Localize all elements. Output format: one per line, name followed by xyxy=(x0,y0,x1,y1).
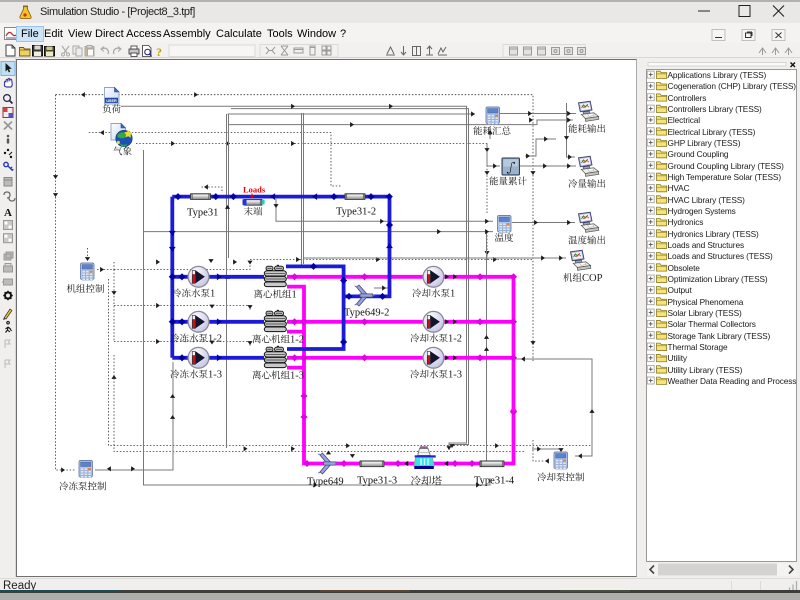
svg-text:1-3: 1-3 xyxy=(290,371,304,382)
svg-text:Loads: Loads xyxy=(243,185,266,195)
svg-text:USER: USER xyxy=(106,99,117,103)
svg-text:1-2: 1-2 xyxy=(208,334,222,345)
svg-text:1-2: 1-2 xyxy=(290,335,304,346)
svg-text:?: ? xyxy=(156,45,162,58)
svg-text:Type31-4: Type31-4 xyxy=(474,476,515,487)
svg-text:Type31: Type31 xyxy=(187,208,218,219)
svg-text:1-3: 1-3 xyxy=(448,370,462,381)
svg-text:1: 1 xyxy=(292,290,297,301)
svg-text:Type649-2: Type649-2 xyxy=(344,308,389,319)
svg-text:1: 1 xyxy=(450,289,455,300)
svg-text:COP: COP xyxy=(582,273,603,284)
svg-text:1-3: 1-3 xyxy=(208,370,222,381)
svg-text:Type649: Type649 xyxy=(307,477,344,488)
svg-text:Type31-2: Type31-2 xyxy=(336,207,376,218)
svg-text:1: 1 xyxy=(210,289,215,300)
svg-text:1-2: 1-2 xyxy=(448,334,462,345)
svg-text:A: A xyxy=(4,207,12,219)
svg-text:Type31-3: Type31-3 xyxy=(357,476,397,487)
